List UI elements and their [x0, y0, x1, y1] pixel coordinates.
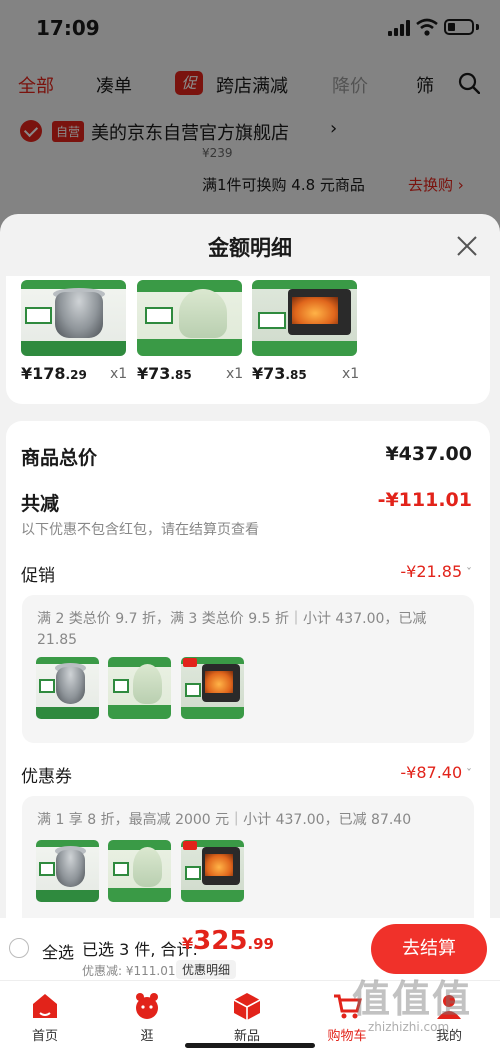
reduce-label: 共减 [21, 493, 60, 515]
selected-count: 已选 3 件, 合计: [82, 940, 198, 959]
coupon-desc: 满 1 享 8 折，最高减 2000 元｜小计 437.00，已减 87.40 [37, 812, 412, 828]
promotion-label: 促销 [21, 566, 55, 586]
promotion-desc: 满 2 类总价 9.7 折，满 3 类总价 9.5 折｜小计 437.00，已减… [37, 611, 427, 648]
total-value: ¥437.00 [385, 443, 472, 465]
reduce-value: -¥111.01 [377, 489, 472, 511]
checkout-total: ¥325.99 [182, 926, 274, 956]
product-thumb [36, 657, 99, 719]
watermark-logo: 值值值 [352, 977, 473, 1021]
product-price: ¥73.85 [252, 364, 307, 383]
tab-home[interactable]: 首页 [10, 991, 80, 1044]
discount-note: 以下优惠不包含红包，请在结算页查看 [21, 522, 259, 538]
watermark-url: zhizhizhi.com [368, 1020, 450, 1034]
product-thumb [108, 657, 171, 719]
checkout-button[interactable]: 去结算 [371, 924, 487, 974]
product-thumb [108, 840, 171, 902]
discount-detail-chip[interactable]: 优惠明细 [176, 960, 237, 979]
product-image[interactable] [137, 280, 242, 356]
product-image[interactable] [252, 280, 357, 356]
promotion-detail: 满 2 类总价 9.7 折，满 3 类总价 9.5 折｜小计 437.00，已减… [22, 595, 474, 743]
sheet-title: 金额明细 [208, 236, 292, 260]
product-price: ¥73.85 [137, 364, 192, 383]
promotion-value[interactable]: -¥21.85 [400, 562, 472, 581]
product-thumb [181, 657, 244, 719]
product-qty: x1 [342, 366, 360, 382]
product-list-card: ¥178.29 x1 ¥73.85 x1 ¥73.85 x1 [6, 276, 490, 404]
explore-icon [136, 993, 158, 1019]
product-thumb [36, 840, 99, 902]
select-all-radio[interactable] [9, 938, 29, 958]
new-icon [233, 993, 261, 1020]
product-price: ¥178.29 [21, 364, 87, 383]
coupon-value[interactable]: -¥87.40 [400, 763, 472, 782]
product-qty: x1 [110, 366, 128, 382]
coupon-label: 优惠券 [21, 767, 72, 787]
total-label: 商品总价 [21, 447, 98, 469]
close-icon[interactable] [455, 234, 479, 258]
product-qty: x1 [226, 366, 244, 382]
modal-overlay[interactable] [0, 0, 500, 240]
tab-new[interactable]: 新品 [212, 991, 282, 1044]
home-indicator [185, 1043, 315, 1048]
tab-explore[interactable]: 逛 [112, 991, 182, 1044]
discount-summary: 优惠减: ¥111.01 [82, 964, 176, 978]
home-icon [33, 994, 57, 1018]
select-all-label[interactable]: 全选 [42, 939, 74, 963]
product-image[interactable] [21, 280, 126, 356]
product-thumb [181, 840, 244, 902]
